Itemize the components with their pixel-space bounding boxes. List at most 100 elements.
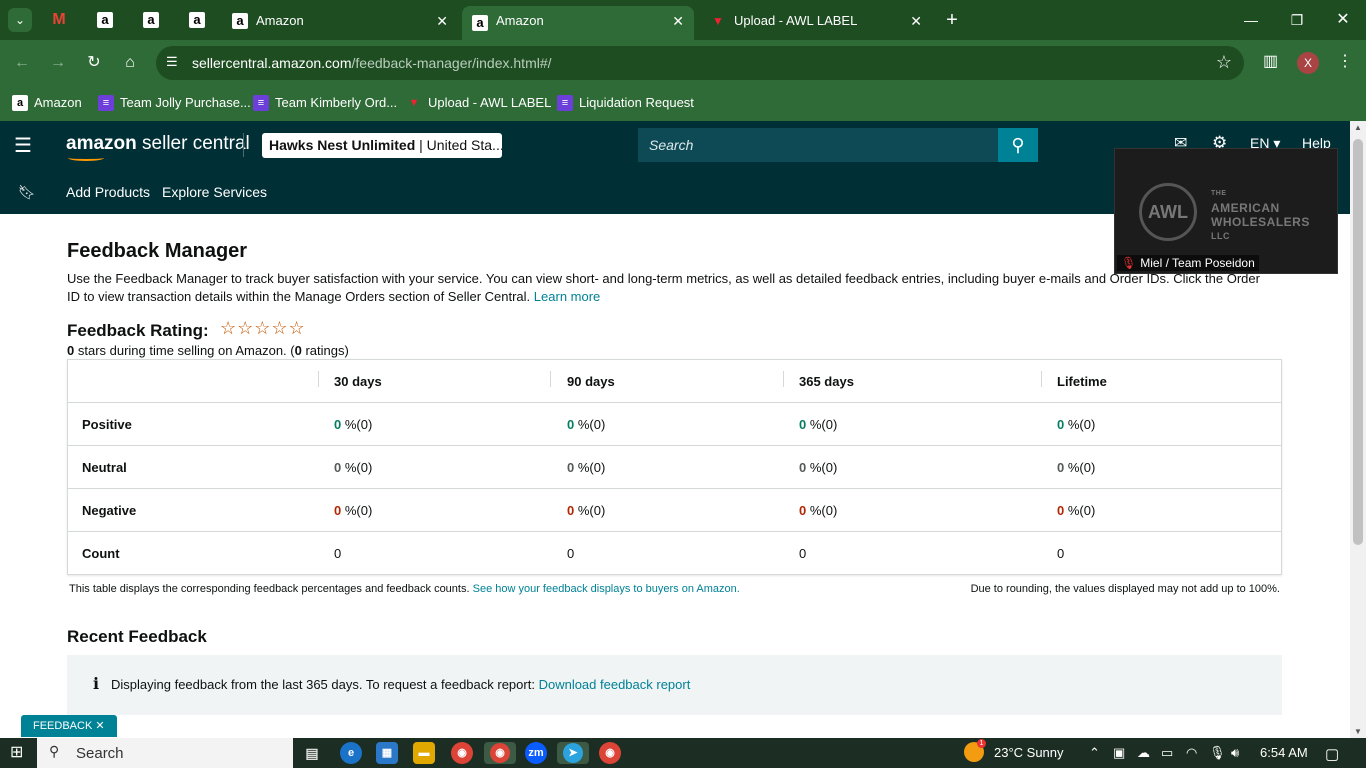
notifications-icon[interactable]: ▢ (1325, 745, 1339, 763)
battery-icon[interactable]: ▭ (1161, 745, 1173, 761)
table-row-negative: Negative 0 %(0) 0 %(0) 0 %(0) 0 %(0) (68, 489, 1281, 532)
amazon-icon: a (143, 12, 159, 28)
tab-awl-label[interactable]: ▼ Upload - AWL LABEL ✕ (700, 6, 932, 36)
learn-more-link[interactable]: Learn more (534, 289, 600, 304)
rating-summary: 0 stars during time selling on Amazon. (… (67, 343, 349, 358)
zoom-icon[interactable]: zm (525, 742, 547, 764)
new-tab-button[interactable]: + (940, 8, 964, 32)
address-bar[interactable]: ☰ sellercentral.amazon.com/feedback-mana… (156, 46, 1244, 80)
edge-icon[interactable]: e (340, 742, 362, 764)
close-tab-icon[interactable]: ✕ (672, 6, 684, 36)
reload-button[interactable]: ↻ (82, 51, 106, 75)
hamburger-menu-icon[interactable]: ☰ (14, 133, 32, 158)
speaker-icon[interactable]: 🔊︎ (1231, 745, 1239, 761)
bookmark-team-jolly[interactable]: ≡ Team Jolly Purchase... (98, 93, 251, 113)
account-region: | United Sta... (419, 137, 502, 153)
video-call-overlay[interactable]: AWL THE AMERICAN WHOLESALERS LLC 🎙︎ Miel … (1114, 148, 1338, 274)
amazon-icon: a (97, 12, 113, 28)
store-icon[interactable]: ▦ (376, 742, 398, 764)
back-button[interactable]: ← (10, 51, 34, 75)
table-cell: 0 %(0) (1057, 417, 1096, 432)
scroll-down-icon[interactable]: ▼ (1354, 727, 1362, 736)
seller-central-logo[interactable]: amazon seller central (66, 133, 250, 161)
page-scrollbar[interactable]: ▲ ▼ (1350, 121, 1366, 738)
close-window-button[interactable]: ✕ (1328, 8, 1358, 32)
bookmark-liquidation[interactable]: ≡ Liquidation Request (557, 93, 694, 113)
bookmark-star-icon[interactable]: ☆ (1216, 52, 1232, 73)
bookmark-amazon[interactable]: a Amazon (12, 93, 82, 113)
wifi-icon[interactable]: ◠ (1186, 745, 1197, 761)
info-message: Displaying feedback from the last 365 da… (111, 677, 535, 692)
forward-button[interactable]: → (46, 51, 70, 75)
account-switcher[interactable]: Hawks Nest Unlimited | United Sta... (262, 133, 502, 158)
chrome-icon[interactable]: ◉ (451, 742, 473, 764)
show-hidden-icons[interactable]: ⌃ (1089, 745, 1100, 761)
bookmark-awl-label[interactable]: ▼ Upload - AWL LABEL (406, 93, 552, 113)
task-view-icon[interactable]: ▤ (301, 742, 323, 764)
url-path: /feedback-manager/index.html#/ (351, 55, 552, 71)
page-title: Feedback Manager (67, 240, 248, 262)
close-tab-icon[interactable]: ✕ (910, 6, 922, 36)
column-header: 30 days (334, 374, 382, 389)
table-cell: 0 %(0) (567, 503, 606, 518)
table-cell: 0 %(0) (799, 460, 838, 475)
download-feedback-report-link[interactable]: Download feedback report (539, 677, 691, 692)
gmail-icon: M (52, 11, 66, 28)
tab-amazon[interactable]: a Amazon ✕ (222, 6, 458, 36)
search-button[interactable]: ⚲ (998, 128, 1038, 162)
pinned-tab-gmail[interactable]: M (44, 8, 74, 32)
weather-text[interactable]: 23°C Sunny (994, 745, 1064, 760)
pinned-tab-amazon-3[interactable]: a (182, 8, 212, 32)
scrollbar-thumb[interactable] (1353, 139, 1363, 545)
file-explorer-icon[interactable]: ▬ (413, 742, 435, 764)
feedback-tab-button[interactable]: FEEDBACK ✕ (21, 715, 117, 737)
notification-badge: 1 (977, 739, 986, 748)
windows-start-icon[interactable]: ⊞ (10, 744, 28, 762)
divider (243, 133, 244, 157)
tab-search-button[interactable]: ⌄ (8, 8, 32, 32)
pinned-tab-amazon-2[interactable]: a (136, 8, 166, 32)
table-header-row: 30 days 90 days 365 days Lifetime (68, 360, 1281, 403)
tab-amazon-active[interactable]: a Amazon ✕ (462, 6, 694, 40)
telegram-icon[interactable]: ➤ (557, 742, 589, 764)
meet-icon[interactable]: ▣ (1113, 745, 1125, 761)
amazon-icon: a (472, 15, 488, 31)
profile-avatar[interactable]: X (1297, 52, 1319, 74)
site-info-icon[interactable]: ☰ (166, 54, 178, 70)
taskbar-search-label: Search (76, 745, 124, 762)
feedback-rating-title: Feedback Rating: (67, 321, 209, 340)
scroll-up-icon[interactable]: ▲ (1354, 123, 1362, 132)
search-input[interactable] (638, 128, 998, 162)
amazon-icon: a (12, 95, 28, 111)
tab-title: Amazon (256, 13, 304, 28)
table-row-count: Count 0 0 0 0 (68, 532, 1281, 575)
bookmark-team-kimberly[interactable]: ≡ Team Kimberly Ord... (253, 93, 397, 113)
taskbar-search[interactable]: ⚲ Search (37, 738, 293, 768)
chrome-profile-icon[interactable]: ◉ (599, 742, 621, 764)
microphone-icon[interactable]: 🎙︎ (1209, 745, 1226, 761)
table-cell: 0 %(0) (334, 503, 373, 518)
side-panel-icon[interactable]: ▥ (1263, 51, 1278, 71)
menu-icon[interactable]: ⋮ (1337, 51, 1353, 71)
explore-services-link[interactable]: Explore Services (162, 184, 267, 200)
windows-taskbar: ⊞ ⚲ Search ▤ e ▦ ▬ ◉ ◉ zm ➤ ◉ 1 23°C Sun… (0, 738, 1366, 768)
minimize-button[interactable]: — (1236, 8, 1266, 32)
table-cell: 0 %(0) (567, 417, 606, 432)
search-icon: ⚲ (1011, 135, 1025, 155)
tab-strip: ⌄ M a a a a Amazon ✕ a Amazon ✕ ▼ Upload… (0, 0, 1366, 40)
bookmark-icon[interactable]: 🔖︎ (18, 184, 36, 201)
chrome-icon: ◉ (490, 743, 510, 763)
feedback-display-link[interactable]: See how your feedback displays to buyers… (473, 583, 740, 595)
pinned-tab-amazon-1[interactable]: a (90, 8, 120, 32)
add-products-link[interactable]: Add Products (66, 184, 150, 200)
home-button[interactable]: ⌂ (118, 51, 142, 75)
onedrive-icon[interactable]: ☁ (1137, 745, 1150, 761)
clock[interactable]: 6:54 AM (1260, 745, 1308, 760)
restore-button[interactable]: ❐ (1282, 8, 1312, 32)
chrome-active-icon[interactable]: ◉ (484, 742, 516, 764)
mic-muted-icon: 🎙︎ (1121, 256, 1137, 270)
close-tab-icon[interactable]: ✕ (436, 6, 448, 36)
feedback-table: 30 days 90 days 365 days Lifetime Positi… (67, 359, 1282, 575)
tab-title: Amazon (496, 13, 544, 28)
search-box: ⚲ (638, 128, 1038, 162)
